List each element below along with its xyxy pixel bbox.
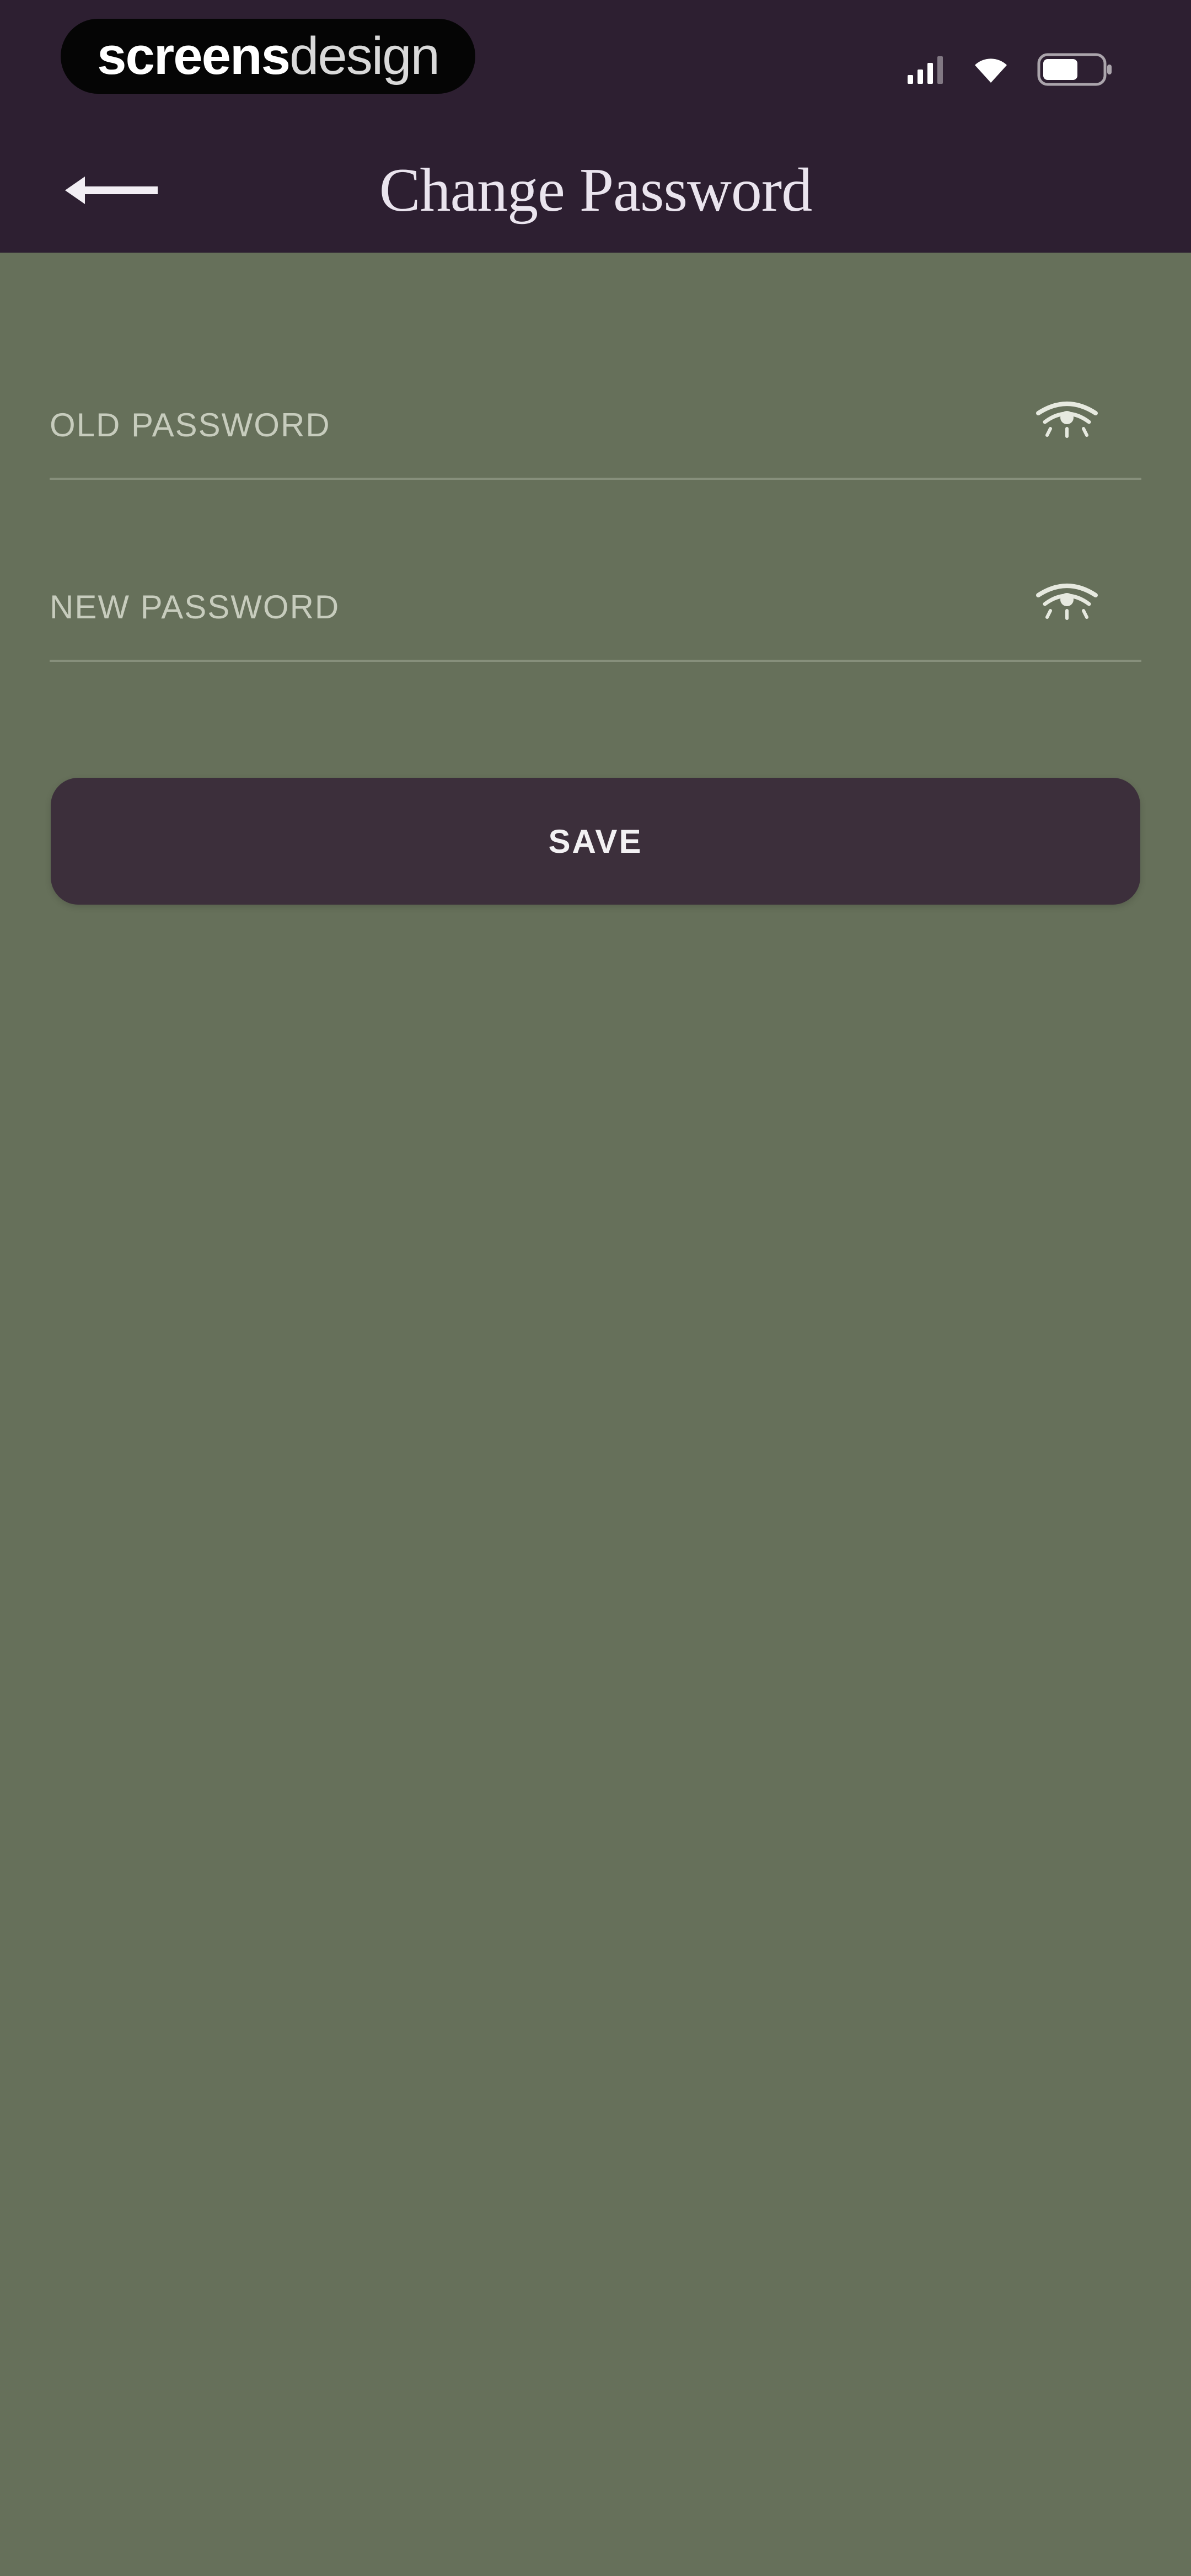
brand-badge: screens design <box>61 19 475 94</box>
new-password-input[interactable] <box>50 552 1042 662</box>
wifi-icon <box>975 58 1007 83</box>
battery-icon <box>1037 53 1112 86</box>
save-button[interactable]: SAVE <box>51 778 1140 905</box>
brand-text-bold: screens <box>97 26 291 85</box>
new-password-visibility-toggle[interactable] <box>1031 568 1103 629</box>
eye-icon <box>1036 402 1098 438</box>
page-title: Change Password <box>379 156 812 225</box>
old-password-visibility-toggle[interactable] <box>1031 386 1103 447</box>
old-password-input[interactable] <box>50 370 1042 480</box>
change-password-screen: screens design Change Password SAVE <box>0 0 1191 2576</box>
status-icons <box>906 47 1114 92</box>
app-header: screens design Change Password <box>0 0 1191 253</box>
old-password-field <box>50 370 1141 480</box>
new-password-field <box>50 552 1141 662</box>
eye-icon <box>1036 584 1098 620</box>
brand-text-light: design <box>289 26 440 85</box>
signal-icon <box>908 56 943 84</box>
